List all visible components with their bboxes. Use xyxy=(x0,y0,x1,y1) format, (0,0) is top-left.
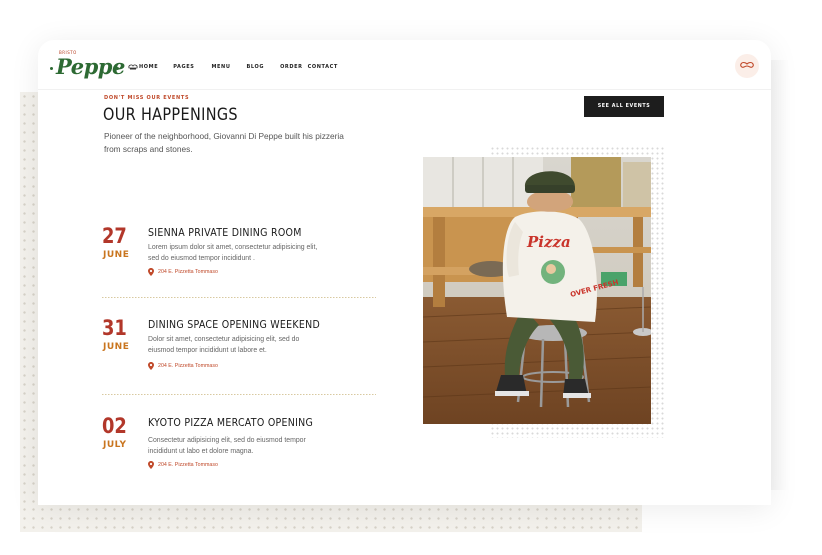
event-location-text: 204 E. Pizzetta Tommaso xyxy=(158,269,218,275)
event-location: 204 E. Pizzetta Tommaso xyxy=(148,268,218,276)
event-title[interactable]: DINING SPACE OPENING WEEKEND xyxy=(148,319,320,331)
event-location: 204 E. Pizzetta Tommaso xyxy=(148,362,218,370)
event-title[interactable]: SIENNA PRIVATE DINING ROOM xyxy=(148,227,302,239)
event-description: Consectetur adipisicing elit, sed do eiu… xyxy=(148,437,306,455)
section-intro: Pioneer of the neighborhood, Giovanni Di… xyxy=(104,131,344,154)
section-eyebrow: DON'T MISS OUR EVENTS xyxy=(104,95,190,101)
event-photo: Pizza OVER FRESH xyxy=(423,157,651,424)
event-month: JUNE xyxy=(103,342,130,352)
cart-button[interactable] xyxy=(735,54,759,78)
nav-order[interactable]: ORDER xyxy=(280,64,303,70)
event-divider xyxy=(102,297,376,298)
event-month: JULY xyxy=(103,440,127,450)
logo-dot-right xyxy=(116,67,119,70)
logo-dot-left xyxy=(50,67,53,70)
nav-pages[interactable]: PAGES xyxy=(173,64,194,70)
event-item[interactable]: 31 JUNE DINING SPACE OPENING WEEKEND Dol… xyxy=(100,316,380,376)
dotted-pattern-bottom xyxy=(20,505,642,532)
event-day: 27 xyxy=(102,224,127,248)
logo[interactable]: BRISTO Peppe xyxy=(48,50,125,82)
nav-contact-label: CONTACT xyxy=(307,64,338,70)
nav-blog[interactable]: BLOG xyxy=(246,64,264,70)
event-day: 02 xyxy=(102,414,127,438)
frame-shadow xyxy=(771,60,789,490)
map-pin-icon xyxy=(148,461,154,469)
event-location: 204 E. Pizzetta Tommaso xyxy=(148,461,218,469)
nav-menu-label: MENU xyxy=(211,64,231,70)
event-item[interactable]: 27 JUNE SIENNA PRIVATE DINING ROOM Lorem… xyxy=(100,224,380,284)
shirt-text: Pizza xyxy=(526,233,571,251)
logo-wordmark: Peppe xyxy=(56,54,125,79)
nav-menu[interactable]: MENU xyxy=(211,64,230,70)
nav-home-label: HOME xyxy=(139,64,159,70)
chef-hat-icon xyxy=(128,64,138,70)
event-title[interactable]: KYOTO PIZZA MERCATO OPENING xyxy=(148,417,313,429)
pizza-cook-photo: Pizza OVER FRESH xyxy=(423,157,651,424)
nav-order-label: ORDER xyxy=(280,64,303,70)
nav-contact[interactable]: CONTACT xyxy=(308,64,338,70)
event-description: Dolor sit amet, consectetur adipisicing … xyxy=(148,336,300,354)
nav-blog-label: BLOG xyxy=(246,64,265,70)
main-nav: HOME PAGES MENU BLOG ORDER CONTACT xyxy=(128,64,362,70)
event-month: JUNE xyxy=(103,250,130,260)
event-divider xyxy=(102,394,376,395)
map-pin-icon xyxy=(148,362,154,370)
nav-home[interactable]: HOME xyxy=(128,64,158,70)
event-location-text: 204 E. Pizzetta Tommaso xyxy=(158,462,218,468)
site-header: BRISTO Peppe HOME PAGES MENU BLOG ORDER … xyxy=(38,40,771,90)
nav-pages-label: PAGES xyxy=(173,64,195,70)
event-item[interactable]: 02 JULY KYOTO PIZZA MERCATO OPENING Cons… xyxy=(100,414,380,474)
page-title: OUR HAPPENINGS xyxy=(103,105,238,125)
map-pin-icon xyxy=(148,268,154,276)
event-location-text: 204 E. Pizzetta Tommaso xyxy=(158,363,218,369)
event-day: 31 xyxy=(102,316,127,340)
see-all-events-button[interactable]: SEE ALL EVENTS xyxy=(584,96,664,117)
event-description: Lorem ipsum dolor sit amet, consectetur … xyxy=(148,244,318,262)
mustache-icon xyxy=(740,61,754,68)
